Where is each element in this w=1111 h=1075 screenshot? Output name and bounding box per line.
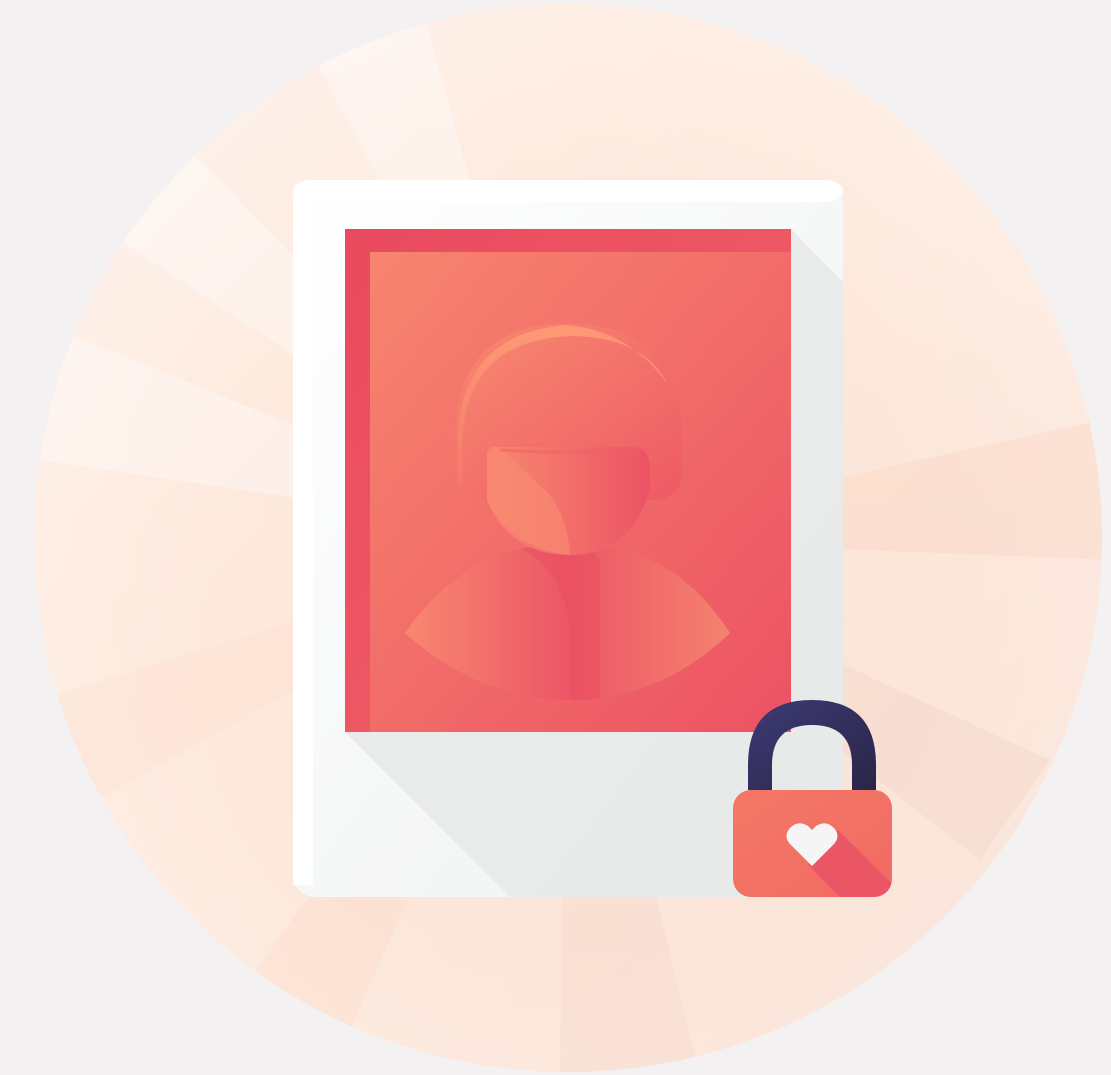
illustration-canvas (34, 4, 1102, 1072)
photo (345, 229, 791, 732)
private-photo-illustration (0, 0, 1111, 1075)
